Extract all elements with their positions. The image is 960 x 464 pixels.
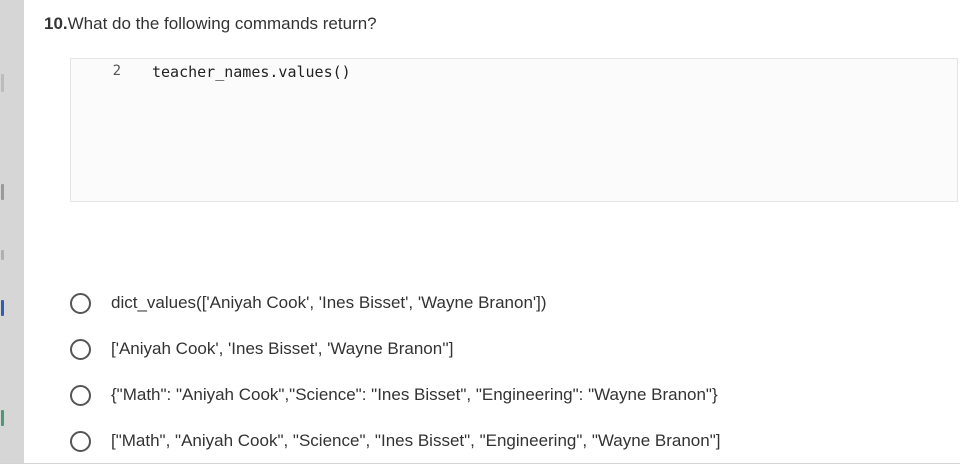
radio-button[interactable]	[70, 292, 91, 314]
option-label: dict_values(['Aniyah Cook', 'Ines Bisset…	[111, 293, 547, 312]
sidebar-marker	[1, 410, 4, 426]
sidebar-marker	[1, 184, 4, 200]
left-sidebar-strip	[0, 0, 24, 463]
radio-button[interactable]	[70, 384, 91, 406]
answer-option-2[interactable]: ['Aniyah Cook', 'Ines Bisset', 'Wayne Br…	[70, 326, 950, 372]
sidebar-marker	[1, 300, 4, 316]
answer-option-3[interactable]: {"Math": "Aniyah Cook","Science": "Ines …	[70, 372, 950, 418]
question-title: 10.What do the following commands return…	[44, 14, 377, 34]
question-card: 10.What do the following commands return…	[24, 0, 960, 463]
question-text: What do the following commands return?	[67, 14, 377, 33]
option-label: {"Math": "Aniyah Cook","Science": "Ines …	[111, 385, 718, 404]
code-text: teacher_names.values()	[152, 63, 351, 81]
option-label: ["Math", "Aniyah Cook", "Science", "Ines…	[111, 431, 721, 450]
line-number: 2	[112, 63, 121, 79]
option-label: ['Aniyah Cook', 'Ines Bisset', 'Wayne Br…	[111, 339, 454, 358]
radio-button[interactable]	[70, 430, 91, 452]
question-number: 10.	[44, 14, 68, 33]
sidebar-marker	[1, 250, 4, 260]
code-block: 2 teacher_names.values()	[70, 58, 958, 202]
answer-option-4[interactable]: ["Math", "Aniyah Cook", "Science", "Ines…	[70, 418, 950, 464]
sidebar-marker	[1, 74, 4, 92]
answer-options: dict_values(['Aniyah Cook', 'Ines Bisset…	[70, 280, 950, 464]
answer-option-1[interactable]: dict_values(['Aniyah Cook', 'Ines Bisset…	[70, 280, 950, 326]
radio-button[interactable]	[70, 338, 91, 360]
